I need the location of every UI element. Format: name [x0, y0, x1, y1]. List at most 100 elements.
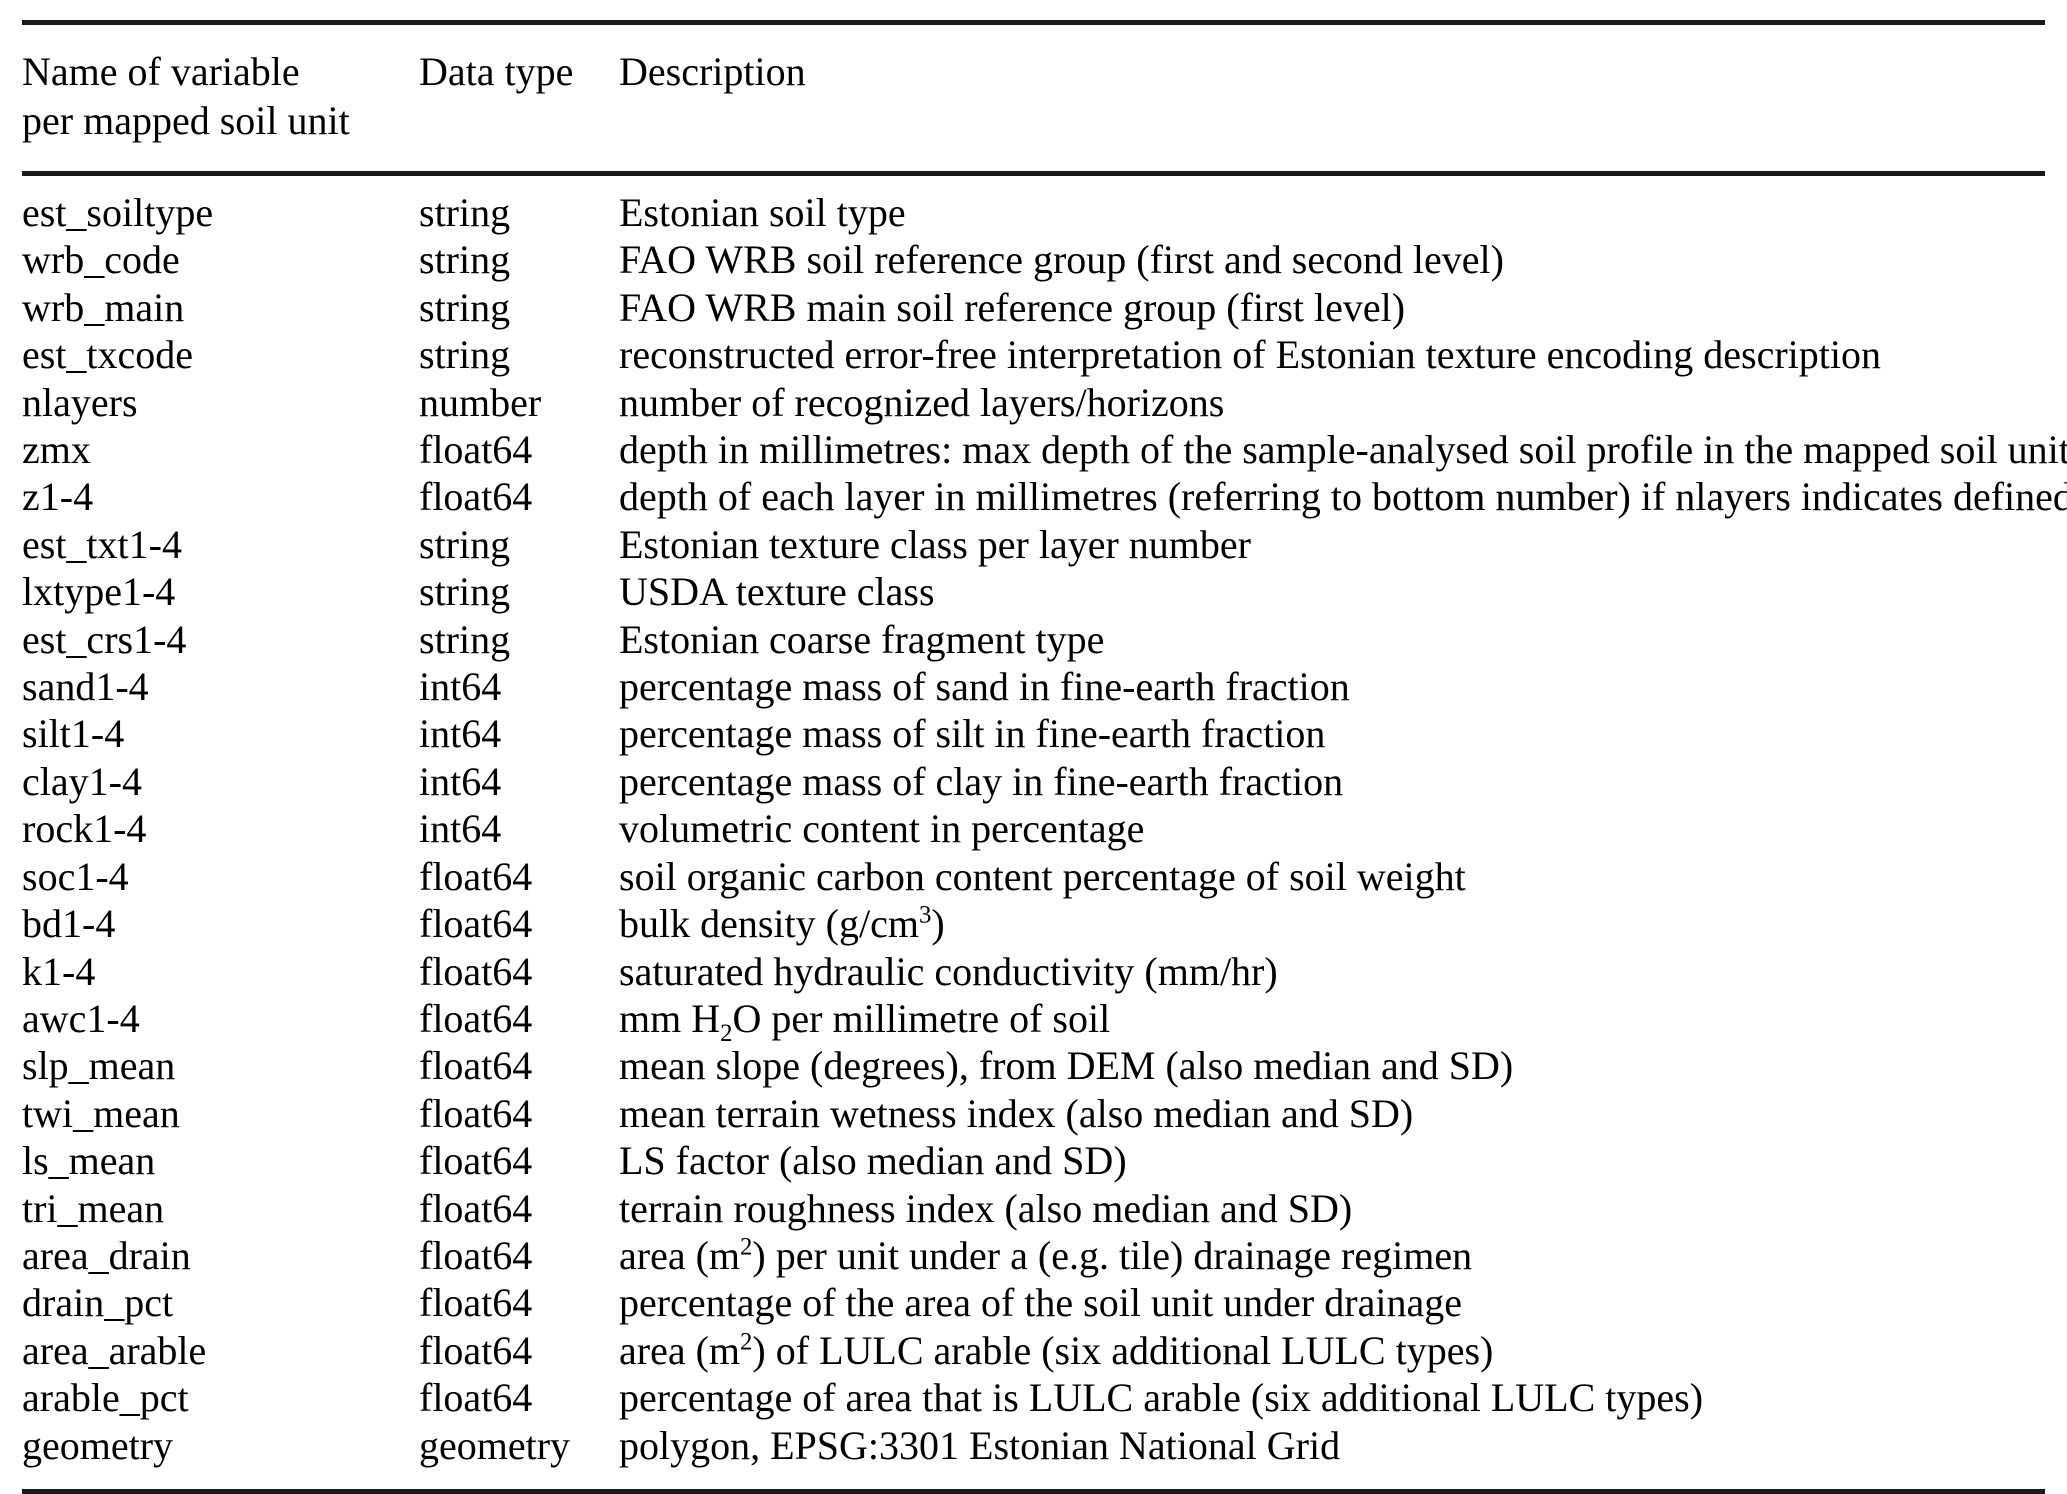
column-header-description: Description [619, 49, 806, 94]
cell-variable-name: k1-4 [22, 948, 96, 994]
cell-data-type: geometry [419, 1422, 571, 1468]
cell-description: terrain roughness index (also median and… [619, 1185, 1353, 1231]
table-row: k1-4 float64 saturated hydraulic conductiv… [22, 948, 2045, 995]
table-row: silt1-4 int64 percentage mass of silt in f… [22, 710, 2045, 757]
cell-variable-name: geometry [22, 1422, 174, 1468]
table-row: awc1-4 float64 mm H2O per millimetre of so… [22, 995, 2045, 1047]
table-row: est_txcode string reconstructed error-free… [22, 331, 2045, 378]
column-header-name-line2: per mapped soil unit [22, 98, 350, 143]
cell-data-type: float64 [419, 853, 533, 899]
cell-data-type: float64 [419, 901, 533, 947]
table-bottom-rule [22, 1488, 2045, 1494]
cell-variable-name: arable_pct [22, 1375, 189, 1421]
cell-description: area (m2) per unit under a (e.g. tile) d… [619, 1232, 1473, 1278]
cell-description: FAO WRB main soil reference group (first… [619, 284, 1406, 330]
table-row: arable_pct float64 percentage of area that… [22, 1374, 2045, 1421]
cell-description: percentage of the area of the soil unit … [619, 1280, 1462, 1326]
cell-variable-name: lxtype1-4 [22, 569, 176, 615]
cell-description: Estonian coarse fragment type [619, 616, 1105, 662]
cell-variable-name: area_drain [22, 1232, 191, 1278]
cell-data-type: string [419, 237, 511, 283]
table-row: est_txt1-4 string Estonian texture class p… [22, 521, 2045, 568]
cell-variable-name: zmx [22, 427, 91, 473]
cell-data-type: float64 [419, 1043, 533, 1089]
cell-description: polygon, EPSG:3301 Estonian National Gri… [619, 1422, 1341, 1468]
cell-data-type: float64 [419, 1375, 533, 1421]
cell-description: volumetric content in percentage [619, 806, 1145, 852]
cell-data-type: float64 [419, 1280, 533, 1326]
variables-table: Name of variable per mapped soil unit Da… [22, 25, 2045, 171]
cell-variable-name: awc1-4 [22, 995, 140, 1041]
cell-variable-name: est_soiltype [22, 190, 214, 235]
table-row: est_soiltype string Estonian soil type [22, 176, 2045, 236]
cell-data-type: float64 [419, 427, 533, 473]
cell-variable-name: drain_pct [22, 1280, 174, 1326]
table-row: z1-4 float64 depth of each layer in millim… [22, 473, 2067, 520]
cell-description: USDA texture class [619, 569, 935, 615]
cell-variable-name: z1-4 [22, 474, 94, 520]
cell-variable-name: nlayers [22, 379, 138, 425]
cell-data-type: float64 [419, 1138, 533, 1184]
cell-data-type: string [419, 284, 511, 330]
cell-description: LS factor (also median and SD) [619, 1138, 1127, 1184]
table-row: wrb_code string FAO WRB soil reference gro… [22, 236, 2045, 283]
cell-description: percentage of area that is LULC arable (… [619, 1375, 1704, 1421]
cell-data-type: float64 [419, 995, 533, 1041]
cell-variable-name: soc1-4 [22, 853, 129, 899]
table-row: area_arable float64 area (m2) of LULC arab… [22, 1327, 2045, 1374]
table-row: rock1-4 int64 volumetric content in percen… [22, 805, 2045, 852]
column-header-name: Name of variable per mapped soil unit [22, 25, 419, 171]
cell-description: depth in millimetres: max depth of the s… [619, 427, 2067, 473]
table-row: est_crs1-4 string Estonian coarse fragment… [22, 616, 2045, 663]
cell-data-type: float64 [419, 948, 533, 994]
cell-description: percentage mass of silt in fine-earth fr… [619, 711, 1326, 757]
cell-description: number of recognized layers/horizons [619, 379, 1225, 425]
cell-data-type: float64 [419, 1090, 533, 1136]
cell-data-type: float64 [419, 1185, 533, 1231]
cell-variable-name: ls_mean [22, 1138, 156, 1184]
header-row: Name of variable per mapped soil unit Da… [22, 25, 2045, 171]
cell-variable-name: est_txcode [22, 332, 194, 378]
table-row: bd1-4 float64 bulk density (g/cm3) [22, 900, 2045, 947]
cell-description: mm H2O per millimetre of soil [619, 995, 1111, 1047]
table-row: soc1-4 float64 soil organic carbon content… [22, 853, 2045, 900]
cell-variable-name: silt1-4 [22, 711, 125, 757]
cell-data-type: string [419, 190, 511, 235]
cell-data-type: float64 [419, 1232, 533, 1278]
cell-variable-name: wrb_code [22, 237, 180, 283]
cell-description: percentage mass of clay in fine-earth fr… [619, 758, 1344, 804]
cell-variable-name: est_txt1-4 [22, 521, 182, 567]
cell-data-type: int64 [419, 664, 502, 710]
cell-description: soil organic carbon content percentage o… [619, 853, 1466, 899]
column-header-datatype: Data type [419, 49, 574, 94]
table-row: ls_mean float64 LS factor (also median and… [22, 1137, 2045, 1184]
table-body: est_soiltype string Estonian soil type wrb_… [22, 176, 2067, 1481]
table-row: geometry geometry polygon, EPSG:3301 Eston… [22, 1422, 2045, 1481]
table-row: drain_pct float64 percentage of the area o… [22, 1279, 2045, 1326]
cell-description: Estonian soil type [619, 190, 906, 235]
cell-variable-name: tri_mean [22, 1185, 165, 1231]
table-row: tri_mean float64 terrain roughness index (… [22, 1185, 2045, 1232]
cell-description: percentage mass of sand in fine-earth fr… [619, 664, 1350, 710]
cell-description: mean terrain wetness index (also median … [619, 1090, 1414, 1136]
table-row: sand1-4 int64 percentage mass of sand in f… [22, 663, 2045, 710]
cell-variable-name: sand1-4 [22, 664, 149, 710]
variable-dictionary-table: Name of variable per mapped soil unit Da… [0, 20, 2067, 1494]
table-row: wrb_main string FAO WRB main soil referenc… [22, 284, 2045, 331]
column-header-name-line1: Name of variable [22, 49, 300, 94]
cell-variable-name: rock1-4 [22, 806, 147, 852]
cell-variable-name: wrb_main [22, 284, 185, 330]
cell-data-type: string [419, 569, 511, 615]
variables-table-body: est_soiltype string Estonian soil type wrb_… [22, 176, 2067, 1481]
cell-description: Estonian texture class per layer number [619, 521, 1251, 567]
table-head: Name of variable per mapped soil unit Da… [22, 25, 2045, 171]
table-row: nlayers number number of recognized layers… [22, 379, 2045, 426]
cell-data-type: int64 [419, 806, 502, 852]
cell-data-type: number [419, 379, 542, 425]
cell-variable-name: area_arable [22, 1327, 207, 1373]
table-row: lxtype1-4 string USDA texture class [22, 568, 2045, 615]
cell-description: bulk density (g/cm3) [619, 901, 945, 947]
cell-data-type: int64 [419, 711, 502, 757]
cell-description: saturated hydraulic conductivity (mm/hr) [619, 948, 1278, 994]
cell-description: area (m2) of LULC arable (six additional… [619, 1327, 1494, 1373]
